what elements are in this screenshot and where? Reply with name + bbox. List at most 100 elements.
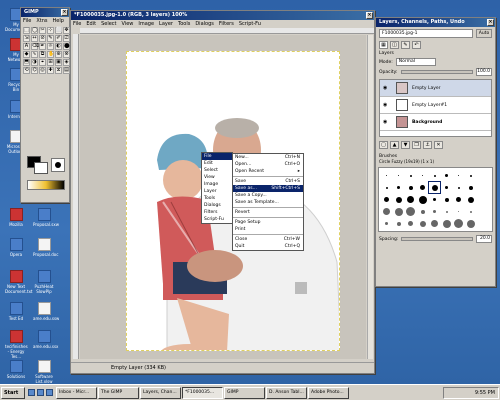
image-menu-filters[interactable]: Filters	[219, 21, 234, 27]
gradient-preview[interactable]	[27, 180, 65, 190]
taskbar-button[interactable]: *F1000035...	[182, 386, 223, 399]
taskbar-button[interactable]: Adobe Photo...	[308, 386, 349, 399]
brush-swatch[interactable]	[381, 194, 392, 205]
opacity-slider[interactable]	[400, 70, 473, 74]
desktop-icon[interactable]: Proposal.sxw	[33, 208, 59, 227]
image-select[interactable]: F1000035.jpg-1	[379, 29, 473, 38]
layers-tab-icon[interactable]: ▦	[379, 41, 388, 49]
delete-layer-icon[interactable]: ✕	[434, 141, 443, 149]
quicklaunch-desktop-icon[interactable]	[28, 389, 35, 396]
tool-button[interactable]: ⟲	[23, 67, 30, 74]
image-menu-file[interactable]: File	[73, 21, 81, 27]
brush-swatch[interactable]	[465, 218, 476, 229]
file-menu-item[interactable]: Revert	[233, 209, 303, 216]
desktop-icon[interactable]: Software List.xlsw	[33, 360, 55, 384]
taskbar-button[interactable]: Layers, Chan...	[140, 386, 181, 399]
file-menu-item[interactable]: New... Ctrl+N	[233, 154, 303, 161]
opacity-input[interactable]: 100.0	[476, 68, 492, 76]
brush-swatch[interactable]	[405, 194, 416, 205]
spacing-slider[interactable]	[401, 237, 473, 241]
tool-button[interactable]: ◆	[23, 51, 30, 58]
undo-tab-icon[interactable]: ↶	[412, 41, 421, 49]
brush-swatch[interactable]	[453, 206, 464, 217]
anchor-layer-icon[interactable]: ⚓	[423, 141, 432, 149]
brush-swatch[interactable]	[453, 182, 464, 193]
desktop-icon[interactable]: Proposal.doc	[33, 238, 58, 257]
layers-dialog-titlebar[interactable]: Layers, Channels, Paths, Undo ×	[376, 18, 495, 27]
file-menu-item[interactable]: Save Ctrl+S	[233, 178, 303, 185]
tool-button[interactable]: ✥	[63, 27, 70, 34]
tool-button[interactable]: ✋	[47, 51, 54, 58]
eye-icon[interactable]: ◉	[383, 85, 389, 91]
brush-swatch[interactable]	[417, 194, 428, 205]
brush-swatch[interactable]	[381, 182, 392, 193]
tool-button[interactable]: ⊘	[39, 35, 46, 42]
tool-button[interactable]: ∿	[31, 51, 38, 58]
tool-button[interactable]: A	[23, 43, 30, 50]
tool-button[interactable]: ✚	[47, 67, 54, 74]
brush-swatch[interactable]	[393, 170, 404, 181]
toolbox-menu-help[interactable]: Help	[53, 18, 64, 24]
quicklaunch-mail-icon[interactable]	[46, 389, 53, 396]
tool-button[interactable]: ▣	[55, 59, 62, 66]
vertical-ruler[interactable]	[73, 34, 79, 359]
image-menu-image[interactable]: Image	[138, 21, 154, 27]
brush-swatch[interactable]	[393, 206, 404, 217]
tool-button[interactable]: ⬒	[23, 59, 30, 66]
tool-button[interactable]: ⌫	[31, 43, 39, 50]
tool-button[interactable]: ⇲	[23, 35, 30, 42]
tool-button[interactable]: ⊕	[55, 51, 62, 58]
quicklaunch-browser-icon[interactable]	[37, 389, 44, 396]
tool-button[interactable]: ▤	[63, 67, 70, 74]
image-window-titlebar[interactable]: *F1000035.jpg-1.0 (RGB, 3 layers) 100% ×	[71, 11, 374, 20]
file-menu-item[interactable]: Page Setup	[233, 219, 303, 226]
tool-button[interactable]: ⊗	[63, 51, 70, 58]
taskbar-button[interactable]: The GIMP	[98, 386, 139, 399]
brush-swatch[interactable]	[465, 206, 476, 217]
bg-color-swatch[interactable]	[34, 162, 48, 174]
context-menu-item[interactable]: View	[202, 174, 232, 181]
brush-swatch[interactable]	[441, 170, 452, 181]
file-menu-item[interactable]: Open Recent ▸	[233, 168, 303, 175]
paths-tab-icon[interactable]: ✎	[401, 41, 410, 49]
brush-preview[interactable]	[51, 158, 65, 172]
layer-row[interactable]: ◉ Empty Layer#1	[380, 97, 491, 114]
spacing-input[interactable]: 20.0	[476, 235, 492, 243]
image-menu-edit[interactable]: Edit	[86, 21, 96, 27]
file-menu-item[interactable]: Save as... Shift+Ctrl+S	[233, 185, 303, 192]
tool-button[interactable]: ⌬	[31, 67, 38, 74]
tool-button[interactable]: ✎	[47, 35, 54, 42]
tool-button[interactable]: ↔	[31, 35, 38, 42]
context-menu-item[interactable]: Select	[202, 167, 232, 174]
image-menu-dialogs[interactable]: Dialogs	[195, 21, 214, 27]
context-menu-item[interactable]: Layer	[202, 188, 232, 195]
toolbox-menu-file[interactable]: File	[23, 18, 31, 24]
toolbox-titlebar[interactable]: GIMP ×	[21, 8, 69, 17]
desktop-icon[interactable]: New Text Document.txt	[5, 270, 33, 294]
brush-swatch[interactable]	[381, 218, 392, 229]
tool-button[interactable]: ⊞	[47, 59, 54, 66]
tool-button[interactable]: ✂	[39, 27, 46, 34]
brush-swatch[interactable]	[417, 218, 428, 229]
tool-button[interactable]: ⬤	[63, 43, 70, 50]
brush-swatch[interactable]	[465, 170, 476, 181]
image-menu-layer[interactable]: Layer	[159, 21, 173, 27]
tool-button[interactable]: ⬚	[23, 27, 30, 34]
tool-button[interactable]: ⌖	[39, 59, 46, 66]
brush-swatch[interactable]	[393, 194, 404, 205]
brush-swatch[interactable]	[453, 194, 464, 205]
eye-icon[interactable]: ◉	[383, 119, 389, 125]
tool-button[interactable]: ◑	[31, 59, 38, 66]
desktop-icon[interactable]: ame.edu.ssw	[33, 302, 59, 321]
brush-swatch[interactable]	[429, 218, 440, 229]
file-menu-item[interactable]: Save a Copy...	[233, 192, 303, 199]
eye-icon[interactable]: ◉	[383, 102, 389, 108]
brush-swatch[interactable]	[453, 218, 464, 229]
brush-swatch[interactable]	[429, 194, 440, 205]
context-menu-item[interactable]: Tools	[202, 195, 232, 202]
duplicate-layer-icon[interactable]: ❐	[412, 141, 421, 149]
tool-button[interactable]: ◎	[39, 67, 46, 74]
layer-row[interactable]: ◉ Background	[380, 114, 491, 131]
tool-button[interactable]: ◐	[55, 43, 62, 50]
tool-button[interactable]: ⎚	[63, 35, 70, 42]
